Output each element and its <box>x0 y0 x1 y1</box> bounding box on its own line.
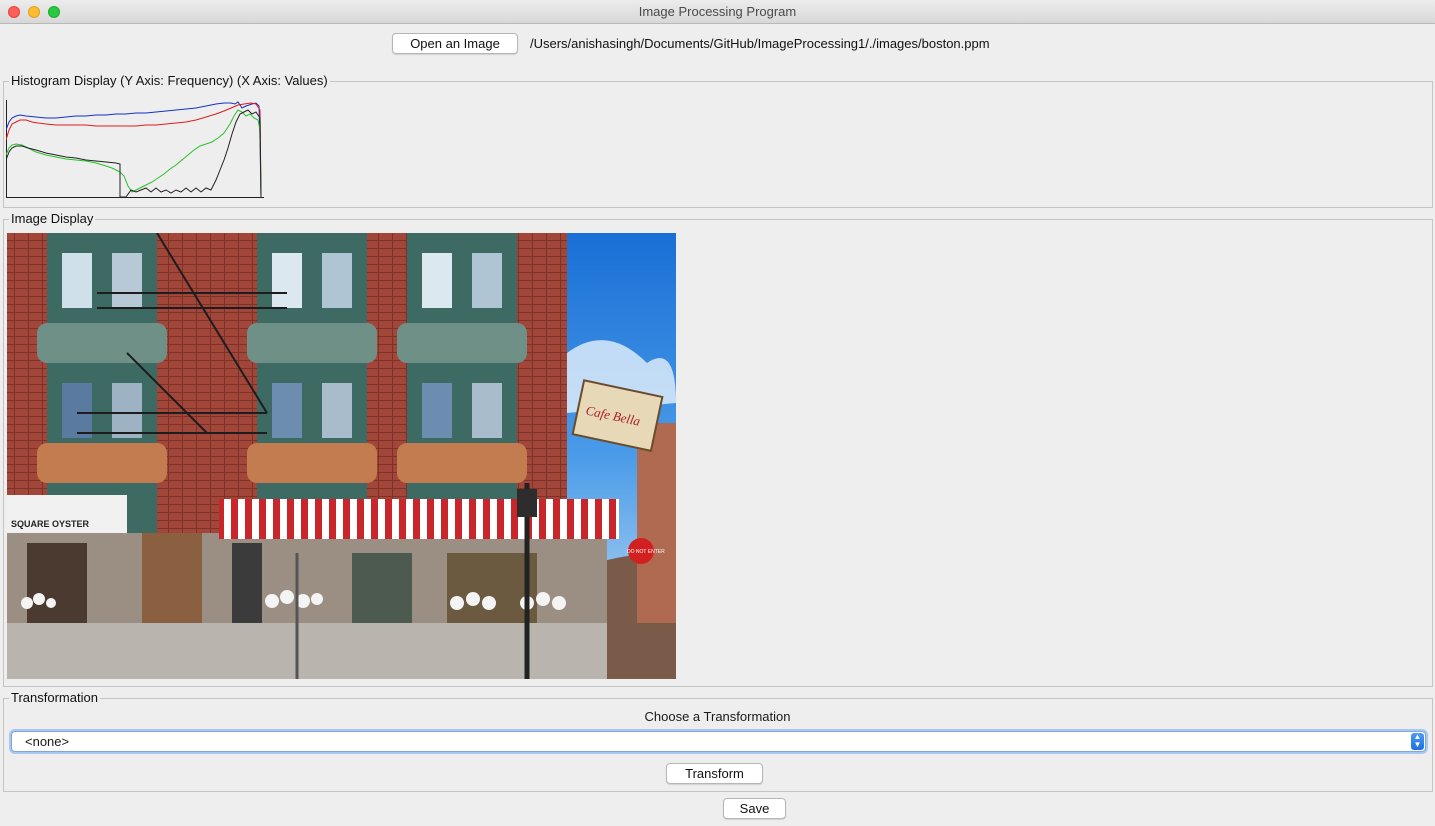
chevron-up-down-icon: ▲ ▼ <box>1411 733 1424 750</box>
choose-transformation-label: Choose a Transformation <box>644 709 791 724</box>
app-window: Image Processing Program Open an Image /… <box>0 0 1435 826</box>
histogram-green-series <box>6 109 262 198</box>
transformation-select[interactable]: <none> ▲ ▼ <box>11 731 1426 752</box>
transformation-panel-title: Transformation <box>9 690 100 706</box>
window-title: Image Processing Program <box>638 4 797 19</box>
transform-button[interactable]: Transform <box>666 763 763 784</box>
image-panel-title: Image Display <box>9 211 96 227</box>
save-button[interactable]: Save <box>723 798 786 819</box>
file-path-label: /Users/anishasingh/Documents/GitHub/Imag… <box>530 36 990 51</box>
transformation-select-value: <none> <box>25 734 70 749</box>
open-image-button[interactable]: Open an Image <box>392 33 518 54</box>
loaded-image: SQUARE OYSTER Cafe Bella DO NOT ENTER <box>7 233 676 679</box>
do-not-enter-text: DO NOT ENTER <box>627 549 665 555</box>
histogram-panel-title: Histogram Display (Y Axis: Frequency) (X… <box>9 73 330 89</box>
title-bar[interactable]: Image Processing Program <box>0 0 1435 24</box>
histogram-intensity-series <box>6 109 262 198</box>
awning <box>219 499 619 539</box>
square-oyster-sign-text: SQUARE OYSTER <box>11 519 90 529</box>
histogram-chart <box>6 100 264 198</box>
histogram-blue-series <box>6 101 262 198</box>
histogram-red-series <box>6 102 262 198</box>
